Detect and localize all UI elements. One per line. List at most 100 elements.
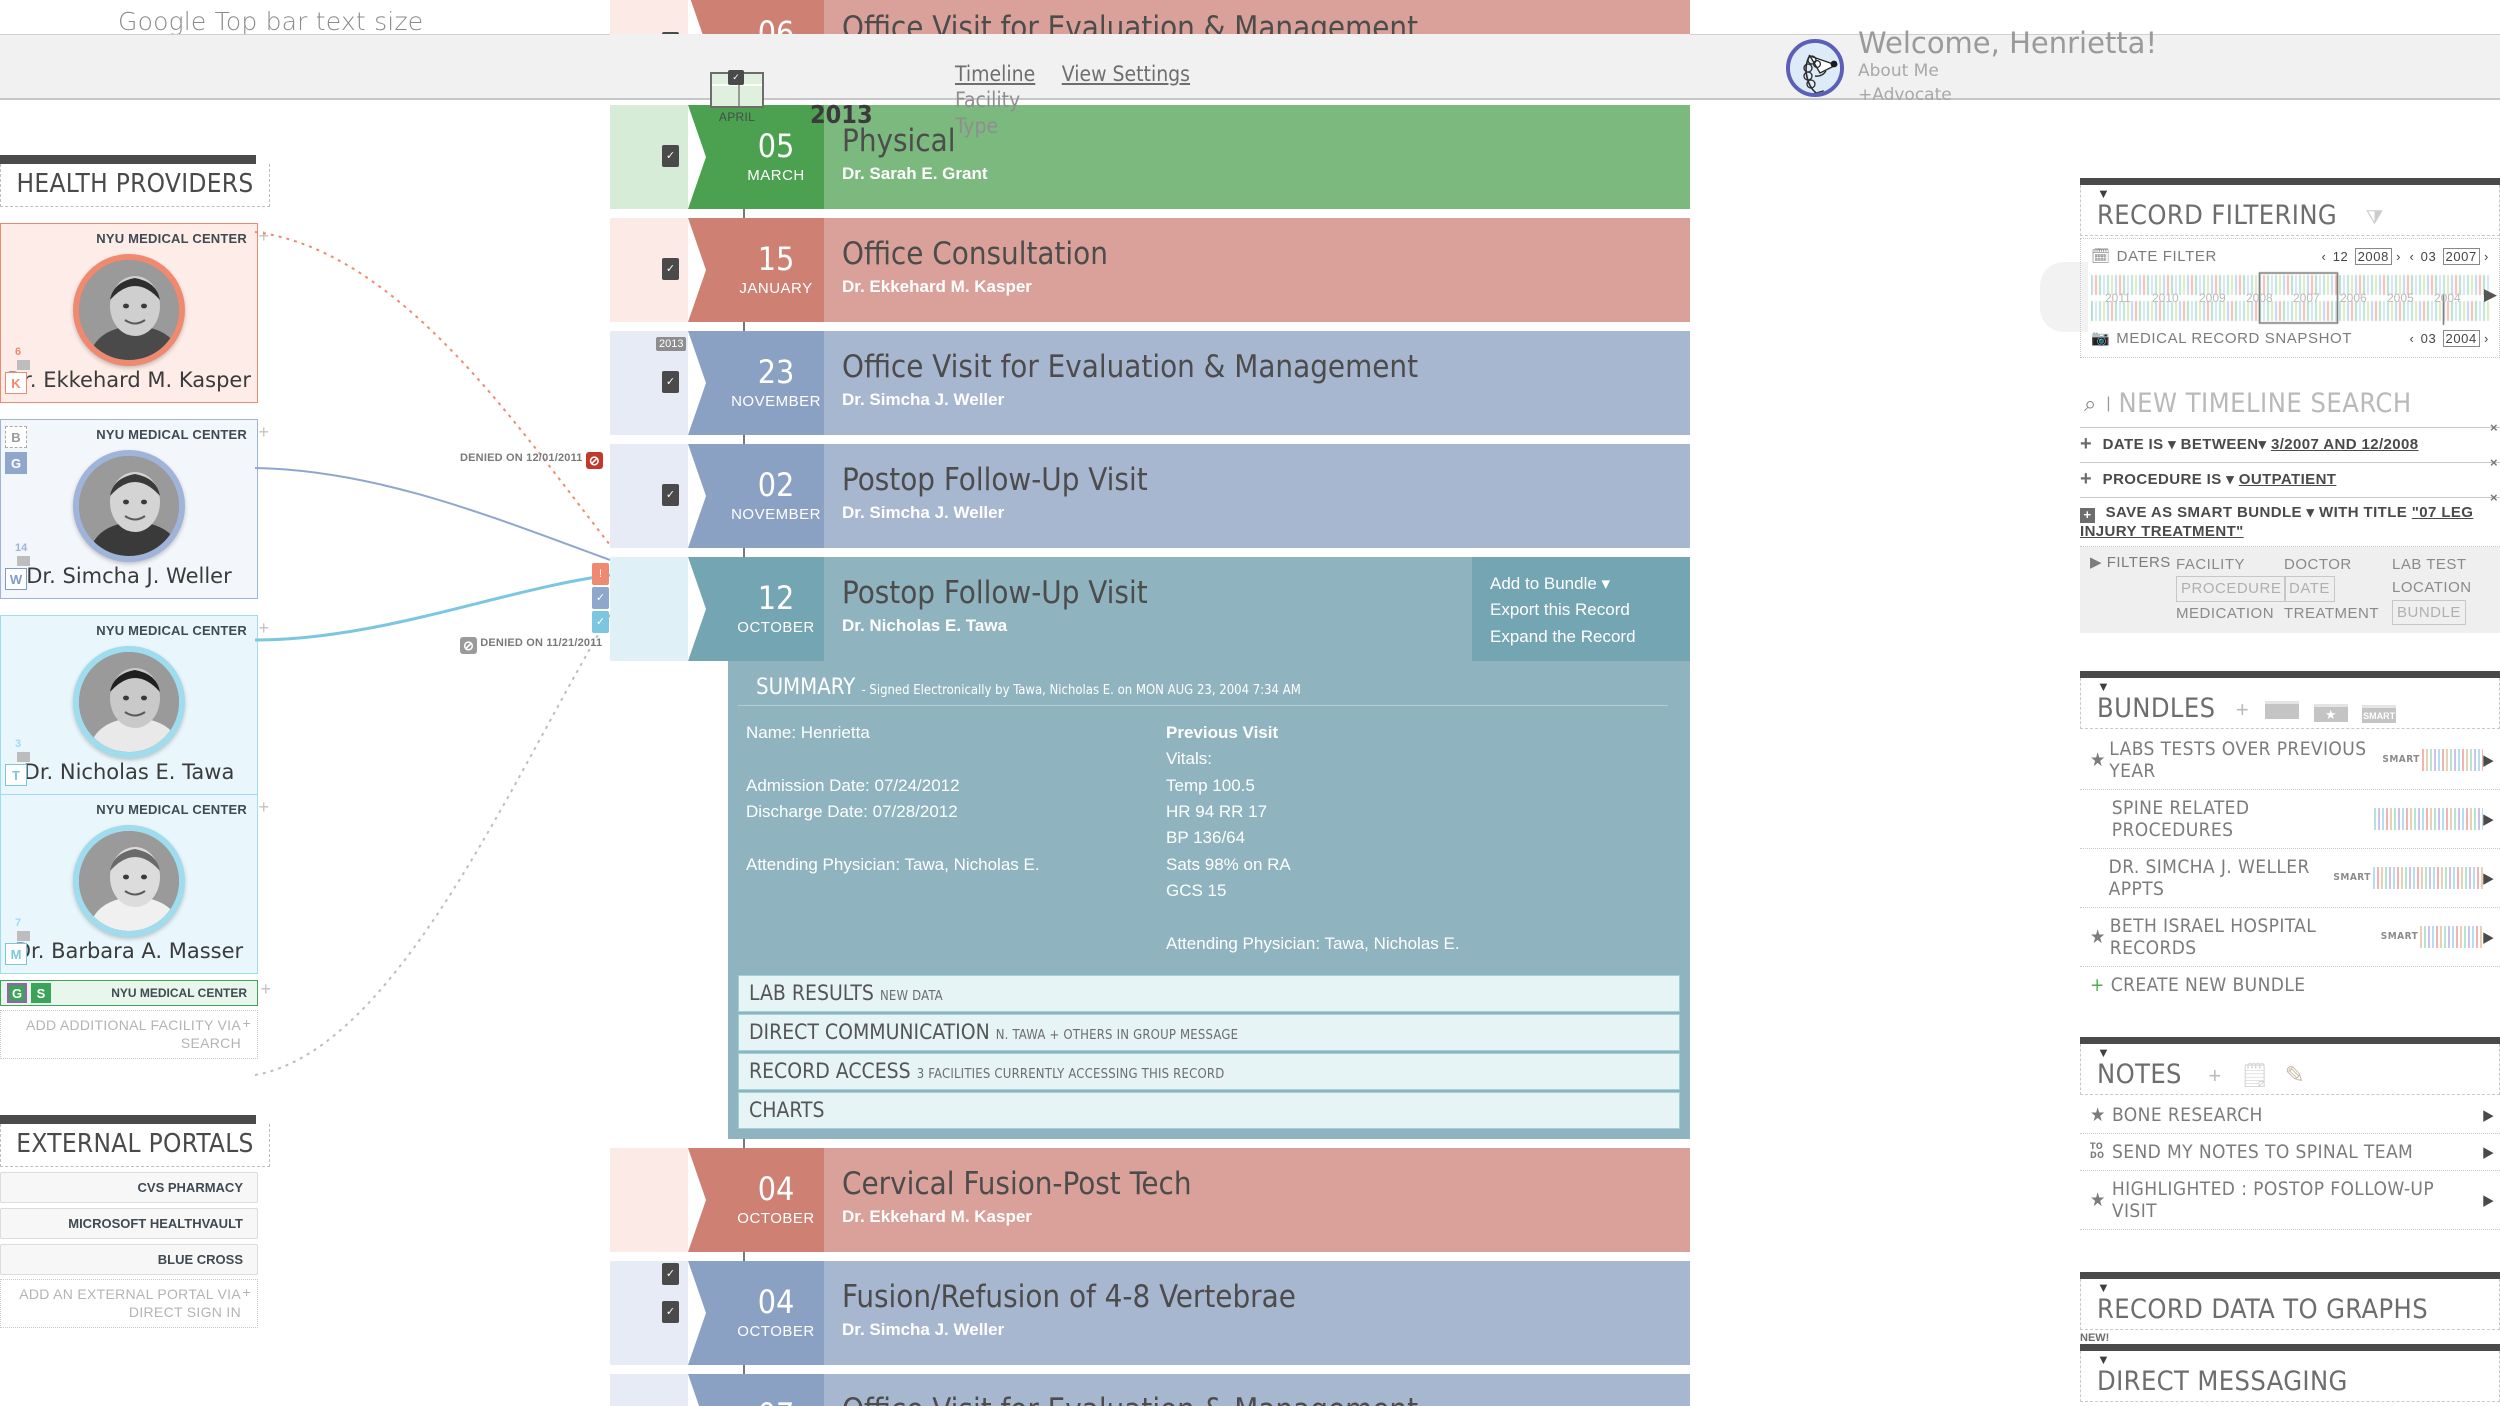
expand-arrow-icon[interactable]: ▶ (2483, 1143, 2494, 1161)
chevron-down-icon[interactable]: ▼ (2097, 1046, 2499, 1059)
facility-badge-s[interactable]: S (31, 983, 51, 1003)
portal-button[interactable]: MICROSOFT HEALTHVAULT (0, 1208, 258, 1239)
provider-card[interactable]: + NYU MEDICAL CENTER Dr. Simcha J. Welle… (0, 419, 269, 599)
plus-icon[interactable]: + (2236, 697, 2249, 722)
expand-arrow-icon[interactable]: ▶ (2483, 751, 2494, 769)
remove-icon[interactable]: × (2490, 490, 2498, 505)
provider-photo[interactable] (73, 254, 185, 366)
provider-card[interactable]: + NYU MEDICAL CENTER Dr. Barbara A. Mass… (0, 795, 269, 974)
date-range-controls[interactable]: ‹ 12 2008 › ‹ 03 2007 › (2322, 247, 2489, 265)
tab-view-settings[interactable]: View Settings (1062, 62, 1190, 86)
expand-arrow-icon[interactable]: ▶ (2483, 869, 2494, 887)
filter-option[interactable]: DATE (2284, 576, 2392, 602)
filter-option[interactable]: FACILITY (2176, 553, 2284, 576)
search-bar[interactable]: ⌕ | NEW TIMELINE SEARCH (2080, 382, 2500, 428)
bundle-item[interactable]: ★ BETH ISRAEL HOSPITAL RECORDS SMART ▶ (2080, 908, 2500, 967)
timeline-record[interactable]: ✓ ✓ 04 OCTOBER Fusion/Refusion of 4-8 Ver… (610, 1261, 1690, 1366)
expanded-record[interactable]: ! ✓ ✓ ⊘ DENIED ON 11/21/2011 12 OCTOBER … (460, 557, 1690, 1140)
note-item[interactable]: ★ HIGHLIGHTED : POSTOP FOLLOW-UP VISIT ▶ (2080, 1171, 2500, 1230)
provider-badge-g[interactable]: G (5, 452, 27, 474)
smart-bundle-icon[interactable]: SMART (2362, 704, 2397, 723)
record-body[interactable]: Physical Dr. Sarah E. Grant (824, 105, 1690, 209)
portal-button[interactable]: CVS PHARMACY (0, 1172, 258, 1203)
plus-icon[interactable]: + (2080, 433, 2092, 455)
note-item[interactable]: TO DO SEND MY NOTES TO SPINAL TEAM ▶ (2080, 1134, 2500, 1171)
about-me-link[interactable]: About Me (1858, 59, 2157, 84)
remove-icon[interactable]: × (2490, 455, 2498, 470)
facility-row-nyu[interactable]: G S NYU MEDICAL CENTER + (0, 979, 271, 1006)
timeline-record[interactable]: 07 SEPTEMBER Office Visit for Evaluation… (610, 1374, 1690, 1406)
advocate-link[interactable]: +Advocate (1858, 83, 2157, 108)
search-input[interactable]: NEW TIMELINE SEARCH (2118, 388, 2411, 419)
plus-icon[interactable]: + (260, 979, 271, 1000)
mini-month-selector[interactable]: ✓ APRIL (710, 70, 764, 124)
record-body[interactable]: Office Visit for Evaluation & Management… (824, 1374, 1690, 1406)
search-criterion[interactable]: × + PROCEDURE IS ▾ OUTPATIENT (2080, 455, 2500, 498)
timeline-record[interactable]: 04 OCTOBER Cervical Fusion-Post Tech Dr.… (610, 1148, 1690, 1253)
portal-button[interactable]: BLUE CROSS (0, 1244, 258, 1275)
criterion-value[interactable]: OUTPATIENT (2239, 471, 2337, 488)
pencil-icon[interactable]: ✎ (2285, 1062, 2305, 1089)
timeline-record[interactable]: ✓ 2013 23 NOVEMBER Office Visit for Evalu… (610, 331, 1690, 435)
provider-photo[interactable] (73, 450, 185, 562)
record-body[interactable]: Office Consultation Dr. Ekkehard M. Kasp… (824, 218, 1690, 322)
expand-arrow-icon[interactable]: ▶ (2483, 1106, 2494, 1124)
chevron-down-icon[interactable]: ▾ (2258, 436, 2266, 453)
add-facility-button[interactable]: ADD ADDITIONAL FACILITY VIA SEARCH + (0, 1010, 258, 1059)
bundle-item[interactable]: DR. SIMCHA J. WELLER APPTS SMART ▶ (2080, 849, 2500, 908)
record-checkbox[interactable]: ✓ (662, 258, 679, 280)
expand-record-button[interactable]: Expand the Record (1490, 624, 1690, 650)
filter-option[interactable]: BUNDLE (2392, 599, 2500, 625)
provider-badge-t[interactable]: T (5, 764, 27, 786)
filter-option[interactable]: PROCEDURE (2176, 576, 2287, 602)
record-body[interactable]: Office Visit for Evaluation & Management… (824, 331, 1690, 435)
provider-photo[interactable] (73, 646, 185, 758)
provider-badge-w[interactable]: W (5, 568, 27, 590)
bundle-icon[interactable] (2265, 700, 2300, 719)
remove-icon[interactable]: × (2490, 420, 2498, 435)
record-body[interactable]: Cervical Fusion-Post Tech Dr. Ekkehard M… (824, 1148, 1690, 1253)
bundle-item[interactable]: ★ LABS TESTS OVER PREVIOUS YEAR SMART ▶ (2080, 731, 2500, 790)
filter-option[interactable]: MEDICATION (2176, 602, 2284, 625)
chevron-down-icon[interactable]: ▼ (2097, 1353, 2499, 1366)
plus-icon[interactable]: + (258, 797, 269, 818)
record-body[interactable]: Postop Follow-Up Visit Dr. Nicholas E. T… (824, 557, 1690, 661)
plus-icon[interactable]: + (258, 422, 269, 443)
record-body[interactable]: Postop Follow-Up Visit Dr. Simcha J. Wel… (824, 444, 1690, 548)
provider-card[interactable]: + NYU MEDICAL CENTER Dr. Nicholas E. Taw… (0, 615, 269, 795)
plus-icon[interactable]: + (2080, 468, 2092, 490)
expand-arrow-icon[interactable]: ▶ (2483, 928, 2494, 946)
chevron-down-icon[interactable]: ▼ (2097, 187, 2499, 200)
record-body[interactable]: Fusion/Refusion of 4-8 Vertebrae Dr. Sim… (824, 1261, 1690, 1366)
record-checkbox[interactable]: ✓ (662, 484, 679, 506)
messaging-header[interactable]: ▼ DIRECT MESSAGING (2080, 1343, 2500, 1402)
save-smart-bundle-row[interactable]: × + SAVE AS SMART BUNDLE ▾ WITH TITLE "0… (2080, 490, 2500, 547)
export-record-button[interactable]: Export this Record (1490, 597, 1690, 623)
provider-badge-k[interactable]: K (5, 372, 27, 394)
record-subsection[interactable]: LAB RESULTS NEW DATA (738, 975, 1680, 1013)
timeline-record[interactable]: ✓ DENIED ON 12/01/2011 ⊘ 02 NOVEMBER Post… (460, 444, 1690, 548)
filter-option[interactable]: TREATMENT (2284, 602, 2392, 625)
expand-arrow-icon[interactable]: ▶ (2483, 1191, 2494, 1209)
add-to-bundle-button[interactable]: Add to Bundle ▾ (1490, 571, 1690, 597)
filter-option[interactable]: LAB TEST (2392, 553, 2500, 576)
provider-badge-m[interactable]: M (5, 943, 27, 965)
chevron-down-icon[interactable]: ▾ (2307, 504, 2315, 521)
snapshot-date[interactable]: ‹ 03 2004 › (2409, 329, 2489, 347)
funnel-icon[interactable]: ⧩ (2366, 207, 2384, 229)
bundle-item[interactable]: SPINE RELATED PROCEDURES ▶ (2080, 790, 2500, 849)
record-checkbox[interactable]: ✓ (662, 145, 679, 167)
record-checkbox[interactable]: ✓ (662, 1301, 679, 1324)
tab-facility[interactable]: Facility (955, 88, 1190, 112)
chevron-down-icon[interactable]: ▼ (2097, 680, 2499, 693)
record-subsection[interactable]: RECORD ACCESS 3 FACILITIES CURRENTLY ACC… (738, 1053, 1680, 1091)
note-item[interactable]: ★ BONE RESEARCH ▶ (2080, 1097, 2500, 1134)
record-checkbox[interactable]: ✓ (662, 1263, 679, 1286)
provider-photo[interactable] (73, 825, 185, 937)
chevron-down-icon[interactable]: ▾ (2168, 436, 2176, 453)
chevron-down-icon[interactable]: ▼ (2097, 1281, 2499, 1294)
record-checkbox[interactable]: ✓ (592, 611, 609, 633)
avatar[interactable] (1786, 39, 1844, 97)
favorite-bundle-icon[interactable]: ★ (2313, 703, 2348, 722)
expand-filters-icon[interactable]: ▶ (2090, 554, 2102, 571)
